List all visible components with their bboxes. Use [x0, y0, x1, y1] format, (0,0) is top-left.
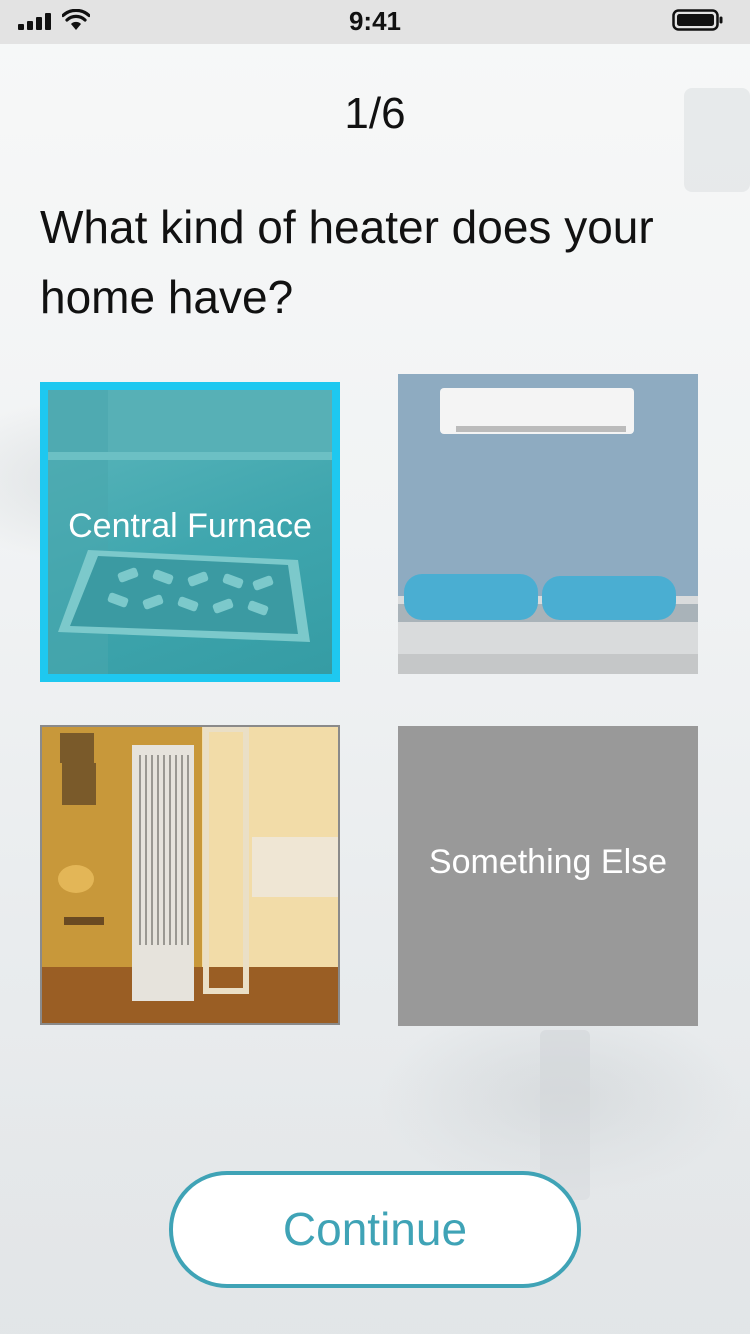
question-title: What kind of heater does your home have? [40, 201, 654, 323]
option-label: Central Furnace [68, 507, 312, 545]
quiz-progress: 1/6 [344, 89, 406, 138]
continue-button[interactable]: Continue [169, 1171, 581, 1288]
battery-icon [672, 9, 723, 31]
option-wall-mounted-ac[interactable] [398, 374, 698, 674]
option-wall-heater[interactable] [40, 725, 340, 1025]
status-time: 9:41 [348, 6, 402, 36]
option-label: Something Else [428, 843, 668, 881]
status-bar: 9:41 [0, 0, 750, 44]
wall-heater-image [42, 727, 338, 1023]
option-central-furnace[interactable]: Central Furnace [40, 382, 340, 682]
wall-mounted-ac-image [398, 374, 698, 674]
option-something-else[interactable]: Something Else [398, 726, 698, 1026]
